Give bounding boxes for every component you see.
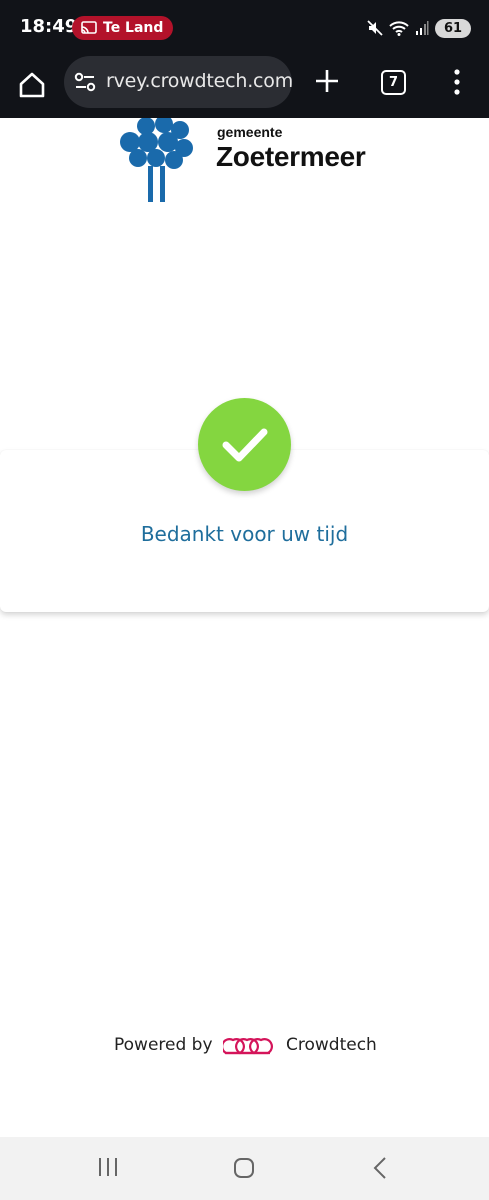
url-text[interactable]: rvey.crowdtech.com	[106, 70, 292, 92]
status-icons: 61	[367, 16, 471, 40]
logo-subtitle: gemeente	[217, 124, 283, 140]
system-nav-bar	[0, 1137, 489, 1200]
crowdtech-brand: Crowdtech	[286, 1035, 377, 1055]
recents-icon[interactable]	[97, 1157, 119, 1177]
back-icon[interactable]	[371, 1156, 389, 1180]
logo-title: Zoetermeer	[216, 141, 366, 172]
cast-icon	[81, 21, 97, 34]
cast-indicator[interactable]: Te Land	[72, 16, 173, 40]
home-icon[interactable]	[17, 70, 47, 100]
status-bar: 18:49 Te Land 61	[0, 0, 489, 56]
tab-count: 7	[388, 75, 399, 90]
zoetermeer-logo-icon	[120, 118, 193, 202]
signal-icon	[416, 21, 429, 35]
home-nav-icon[interactable]	[233, 1157, 255, 1179]
thank-you-message: Bedankt voor uw tijd	[140, 522, 349, 546]
success-check-icon	[198, 398, 291, 491]
menu-icon[interactable]	[449, 68, 465, 96]
site-settings-icon[interactable]	[74, 72, 96, 92]
battery-icon: 61	[435, 18, 471, 38]
new-tab-icon[interactable]	[313, 67, 341, 95]
footer: Powered by Crowdtech	[0, 1030, 489, 1060]
powered-by-label: Powered by	[114, 1035, 213, 1055]
browser-toolbar: rvey.crowdtech.com 7	[0, 56, 489, 118]
status-time: 18:49	[20, 16, 78, 37]
cast-label: Te Land	[103, 20, 164, 36]
address-bar[interactable]: rvey.crowdtech.com	[64, 56, 292, 108]
mute-icon	[367, 20, 383, 36]
crowdtech-logo-icon	[223, 1038, 273, 1055]
tabs-icon[interactable]: 7	[381, 70, 406, 95]
battery-level: 61	[443, 20, 463, 36]
wifi-icon	[389, 21, 409, 36]
